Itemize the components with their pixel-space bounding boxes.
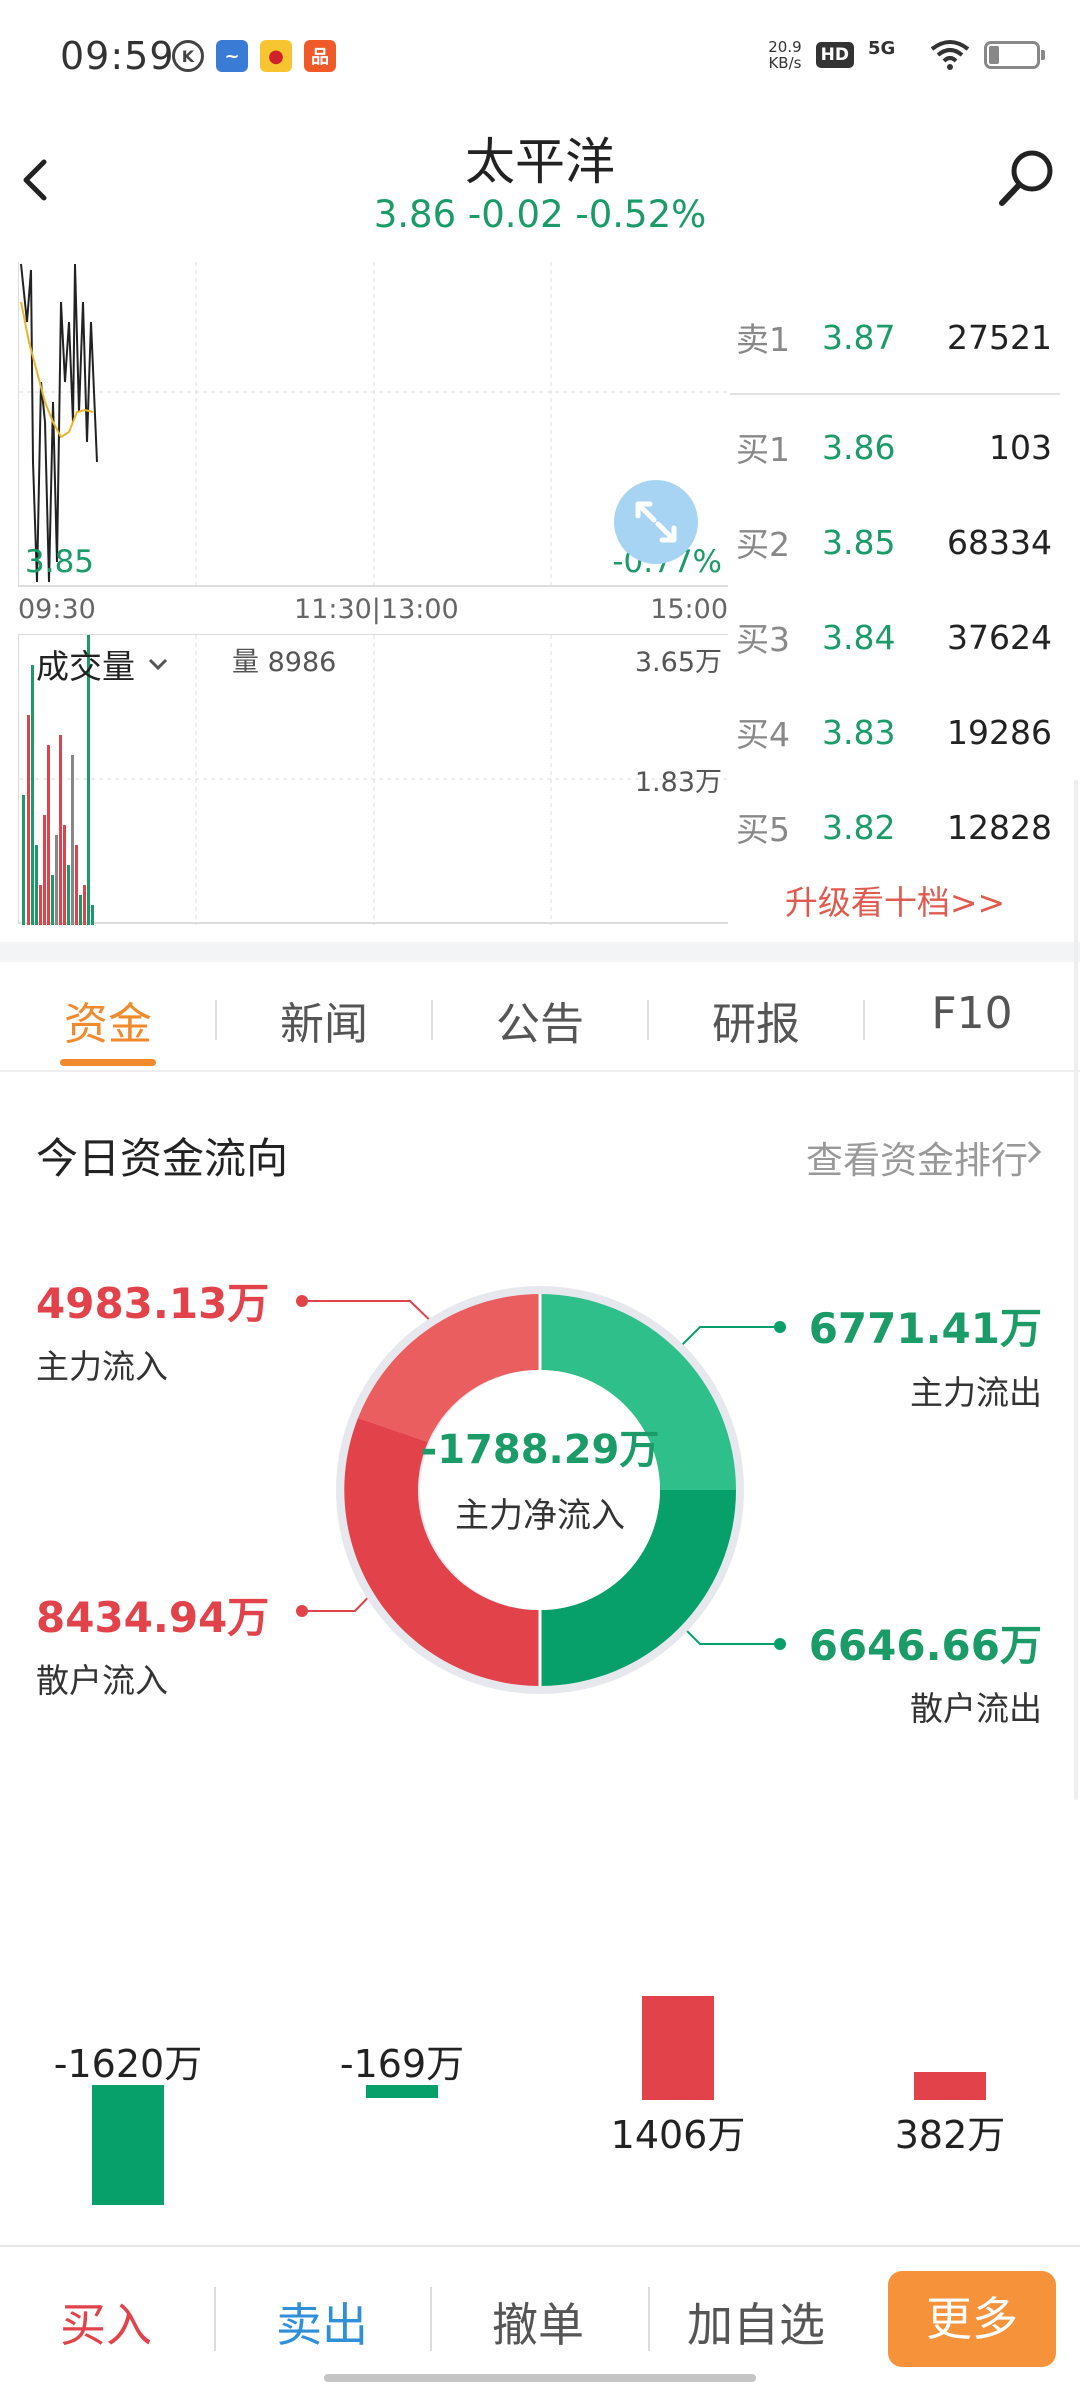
tab-divider <box>431 1000 433 1040</box>
buy-price: 3.86 <box>822 427 896 467</box>
bottom-toolbar: 买入 卖出 撤单 加自选 更多 <box>0 2245 1080 2388</box>
sell-price: 3.87 <box>822 317 896 357</box>
sell-button[interactable]: 卖出 <box>222 2289 422 2355</box>
buy-price: 3.85 <box>822 522 896 562</box>
buy-volume: 68334 <box>947 522 1052 562</box>
fund-bar-label: -1620万 <box>53 2042 203 2086</box>
chevron-down-icon <box>148 658 168 671</box>
fund-bar-label: 1406万 <box>610 2113 746 2157</box>
buy-row: 买5 3.82 12828 <box>730 797 1060 857</box>
fund-bar <box>642 1995 714 2100</box>
buy-volume: 103 <box>989 427 1052 467</box>
sell-volume: 27521 <box>947 317 1052 357</box>
volume-label: 成交量 <box>36 647 135 686</box>
buy-row: 买3 3.84 37624 <box>730 607 1060 667</box>
status-time: 09:59 <box>60 34 175 78</box>
sell-label: 卖1 <box>736 320 790 359</box>
cancel-order-button[interactable]: 撤单 <box>438 2289 638 2355</box>
buy-label: 买2 <box>736 525 790 564</box>
network-label: 5G <box>868 38 896 59</box>
buy-volume: 37624 <box>947 617 1052 657</box>
net-inflow-label: 主力净流入 <box>455 1496 625 1536</box>
tab-announcement[interactable]: 公告 <box>432 962 648 1070</box>
buy-row: 买1 3.86 103 <box>730 417 1060 477</box>
fund-bar <box>92 2085 164 2205</box>
volume-qty: 量 8986 <box>232 647 337 678</box>
toolbar-divider <box>430 2287 432 2351</box>
tab-fund[interactable]: 资金 <box>0 962 216 1070</box>
toolbar-divider <box>214 2287 216 2351</box>
more-button[interactable]: 更多 <box>888 2271 1056 2367</box>
time-mid: 11:30|13:00 <box>294 594 459 625</box>
net-speed: 20.9 KB/s <box>768 39 801 71</box>
low-price-label: 3.85 <box>25 544 95 580</box>
time-start: 09:30 <box>18 594 96 625</box>
status-right: 20.9 KB/s HD 5G <box>768 38 1045 2283</box>
add-watchlist-button[interactable]: 加自选 <box>656 2289 856 2355</box>
order-book-divider <box>730 393 1060 395</box>
hd-badge: HD <box>815 42 854 68</box>
price-line <box>20 263 98 583</box>
fund-ranking-link[interactable]: 查看资金排行 <box>806 1130 1028 1184</box>
net-inflow-value: -1788.29万 <box>420 1427 660 1473</box>
tab-research[interactable]: 研报 <box>648 962 864 1070</box>
buy-volume: 19286 <box>947 712 1052 752</box>
expand-icon[interactable] <box>614 480 698 564</box>
fund-bar-chart: -1620万 -169万 1406万 382万 <box>0 1960 1080 2245</box>
buy-label: 买1 <box>736 430 790 469</box>
stock-title: 太平洋 <box>465 133 615 191</box>
time-axis: 09:30 11:30|13:00 15:00 <box>18 594 728 628</box>
buy-price: 3.84 <box>822 617 896 657</box>
tab-news[interactable]: 新闻 <box>216 962 432 1070</box>
home-indicator <box>324 2374 756 2382</box>
sell-row: 卖1 3.87 27521 <box>730 307 1060 367</box>
volume-mid: 1.83万 <box>634 767 722 798</box>
stock-app-icon: ~ <box>216 40 248 72</box>
buy-label: 买3 <box>736 620 790 659</box>
time-end: 15:00 <box>650 594 728 625</box>
tab-f10[interactable]: F10 <box>864 962 1080 1070</box>
search-icon[interactable] <box>994 145 1060 211</box>
volume-max: 3.65万 <box>634 647 722 678</box>
scrollbar <box>1074 780 1078 1800</box>
buy-label: 买5 <box>736 810 790 849</box>
section-divider <box>0 942 1080 962</box>
tab-divider <box>647 1000 649 1040</box>
stock-quote: 3.86 -0.02 -0.52% <box>373 193 707 236</box>
weibo-icon: ● <box>260 40 292 72</box>
net-speed-value: 20.9 <box>768 38 802 56</box>
buy-button[interactable]: 买入 <box>6 2289 206 2355</box>
tab-divider <box>215 1000 217 1040</box>
fund-bar <box>914 2071 986 2100</box>
k-app-icon: K <box>172 40 204 72</box>
buy-label: 买4 <box>736 715 790 754</box>
status-bar: 09:59 K ~ ● 品 20.9 KB/s HD 5G <box>0 0 1080 2283</box>
buy-price: 3.82 <box>822 807 896 847</box>
fund-bar-label: -169万 <box>339 2042 465 2086</box>
buy-volume: 12828 <box>947 807 1052 847</box>
shopping-app-icon: 品 <box>304 40 336 72</box>
notification-icons: K ~ ● 品 <box>172 40 336 72</box>
volume-selector[interactable]: 成交量 <box>36 640 169 688</box>
net-speed-unit: KB/s <box>768 54 802 72</box>
wifi-icon <box>930 40 970 70</box>
upgrade-level10-link[interactable]: 升级看十档>> <box>730 876 1060 924</box>
fund-bar-label: 382万 <box>894 2113 1006 2157</box>
buy-row: 买2 3.85 68334 <box>730 512 1060 572</box>
toolbar-divider <box>648 2287 650 2351</box>
chevron-right-icon[interactable] <box>1024 1138 1044 1166</box>
battery-icon <box>984 41 1045 69</box>
signal-5g-icon: 5G <box>868 38 916 2283</box>
tab-bar: 资金 新闻 公告 研报 F10 <box>0 962 1080 1072</box>
fund-flow-title: 今日资金流向 <box>36 1134 289 1183</box>
buy-row: 买4 3.83 19286 <box>730 702 1060 762</box>
tab-divider <box>863 1000 865 1040</box>
buy-price: 3.83 <box>822 712 896 752</box>
